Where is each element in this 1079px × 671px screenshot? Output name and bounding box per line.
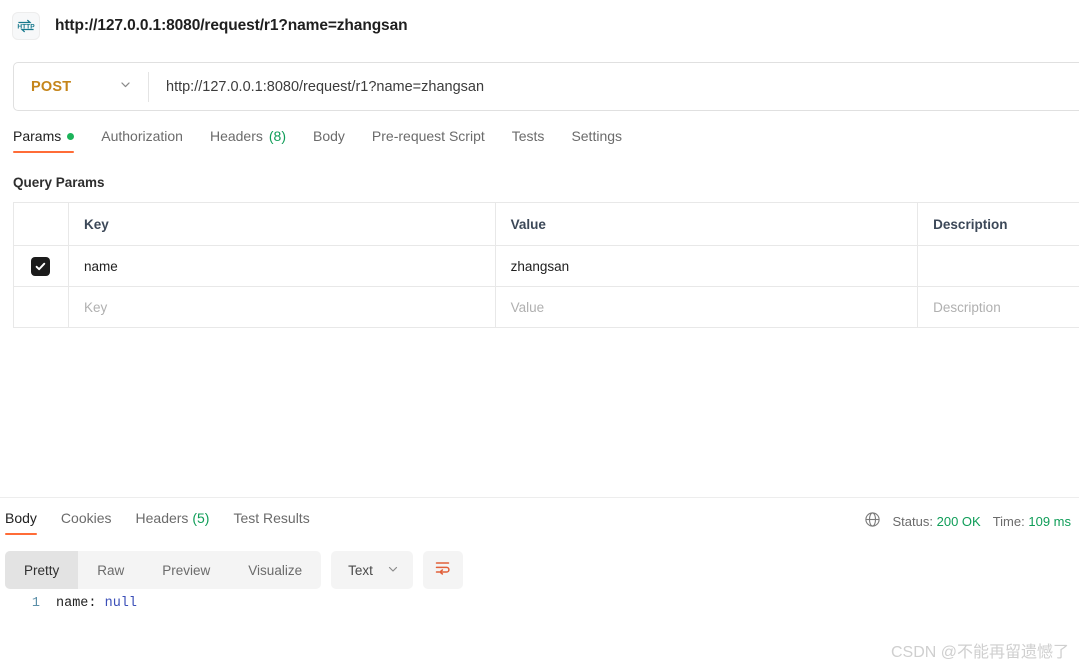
empty-row-value-input[interactable]: Value: [496, 287, 919, 327]
checkbox-checked-icon[interactable]: [31, 256, 51, 276]
time-badge[interactable]: Time: 109 ms: [993, 514, 1071, 529]
time-label: Time:: [992, 513, 1025, 529]
tab-pre-request-script-label: Pre-request Script: [371, 128, 485, 144]
tab-tests[interactable]: Tests: [512, 128, 545, 153]
response-view-switcher: Pretty Raw Preview Visualize: [5, 551, 322, 589]
response-tab-test-results-label: Test Results: [233, 510, 310, 526]
tab-params[interactable]: Params: [13, 128, 75, 153]
table-empty-row: Key Value Description: [14, 287, 1079, 328]
response-status-bar: Status: 200 OK Time: 109 ms: [864, 511, 1071, 531]
row-key-input[interactable]: name: [69, 246, 496, 286]
tab-tests-label: Tests: [511, 128, 545, 144]
chevron-down-icon: [387, 563, 399, 578]
header-value: Value: [496, 203, 919, 245]
row-checkbox-cell[interactable]: [14, 246, 69, 286]
unsaved-dot-icon: [67, 132, 75, 140]
time-value: 109 ms: [1028, 513, 1071, 529]
header-checkbox-cell: [14, 203, 69, 245]
response-tab-body[interactable]: Body: [5, 510, 37, 535]
response-tab-cookies[interactable]: Cookies: [61, 510, 112, 535]
response-tab-headers-count: (5): [192, 510, 210, 526]
response-tab-cookies-label: Cookies: [60, 510, 112, 526]
tab-headers-count: (8): [268, 128, 286, 144]
wrap-text-button[interactable]: [422, 551, 463, 589]
chevron-down-icon: [119, 78, 132, 96]
method-select[interactable]: POST: [14, 63, 148, 110]
response-tab-body-label: Body: [5, 510, 37, 526]
table-header-row: Key Value Description: [14, 203, 1079, 246]
view-preview-button[interactable]: Preview: [143, 551, 229, 589]
tab-pre-request-script[interactable]: Pre-request Script: [372, 128, 485, 153]
url-input[interactable]: http://127.0.0.1:8080/request/r1?name=zh…: [149, 63, 1079, 110]
code-content: name: null: [56, 596, 137, 611]
row-value-input[interactable]: zhangsan: [496, 246, 919, 286]
tab-body-label: Body: [313, 128, 345, 144]
title-bar: HTTP http://127.0.0.1:8080/request/r1?na…: [0, 0, 1079, 52]
svg-text:HTTP: HTTP: [17, 23, 35, 30]
view-visualize-button[interactable]: Visualize: [229, 551, 321, 589]
tab-authorization[interactable]: Authorization: [101, 128, 183, 153]
empty-row-description-input[interactable]: Description: [918, 287, 1079, 327]
view-raw-button[interactable]: Raw: [78, 551, 143, 589]
tab-body[interactable]: Body: [313, 128, 345, 153]
tab-headers-label: Headers: [209, 128, 263, 144]
tab-authorization-label: Authorization: [101, 128, 183, 144]
status-label: Status:: [892, 513, 933, 529]
postman-request-window: HTTP http://127.0.0.1:8080/request/r1?na…: [0, 0, 1079, 671]
query-params-table: Key Value Description name zhangsan Key …: [13, 202, 1079, 328]
response-tab-headers-label: Headers: [135, 510, 189, 526]
response-body-code[interactable]: 1 name: null: [0, 596, 1079, 618]
row-description-input[interactable]: [918, 246, 1079, 286]
code-line: 1 name: null: [0, 596, 1079, 618]
globe-icon: [864, 511, 881, 531]
view-pretty-button[interactable]: Pretty: [5, 551, 79, 589]
url-bar: POST http://127.0.0.1:8080/request/r1?na…: [13, 62, 1079, 111]
method-label: POST: [31, 78, 72, 95]
response-tab-test-results[interactable]: Test Results: [233, 510, 309, 535]
response-section-divider: [0, 497, 1079, 498]
request-tab-bar: Params Authorization Headers (8) Body Pr…: [13, 128, 649, 161]
page-title: http://127.0.0.1:8080/request/r1?name=zh…: [55, 17, 408, 34]
http-protocol-icon: HTTP: [12, 12, 40, 40]
response-tab-headers[interactable]: Headers (5): [136, 510, 210, 535]
query-params-label: Query Params: [13, 175, 105, 190]
response-format-select[interactable]: Text: [331, 551, 413, 589]
header-key: Key: [69, 203, 496, 245]
empty-row-checkbox-cell[interactable]: [14, 287, 69, 327]
header-description: Description: [918, 203, 1079, 245]
response-format-label: Text: [348, 562, 373, 578]
status-badge[interactable]: Status: 200 OK: [893, 514, 981, 529]
table-row: name zhangsan: [14, 246, 1079, 287]
response-tab-bar: Body Cookies Headers (5) Test Results: [5, 510, 334, 540]
code-null-token: null: [104, 596, 138, 611]
tab-headers[interactable]: Headers (8): [210, 128, 286, 153]
status-value: 200 OK: [936, 513, 981, 529]
tab-settings[interactable]: Settings: [571, 128, 622, 153]
line-number: 1: [31, 596, 40, 611]
tab-params-label: Params: [13, 128, 62, 144]
watermark: CSDN @不能再留遗憾了: [890, 644, 1069, 661]
empty-row-key-input[interactable]: Key: [69, 287, 496, 327]
response-body-toolbar: Pretty Raw Preview Visualize Text: [5, 551, 463, 589]
tab-settings-label: Settings: [571, 128, 623, 144]
wrap-text-icon: [433, 558, 452, 582]
code-key: name:: [56, 596, 105, 611]
